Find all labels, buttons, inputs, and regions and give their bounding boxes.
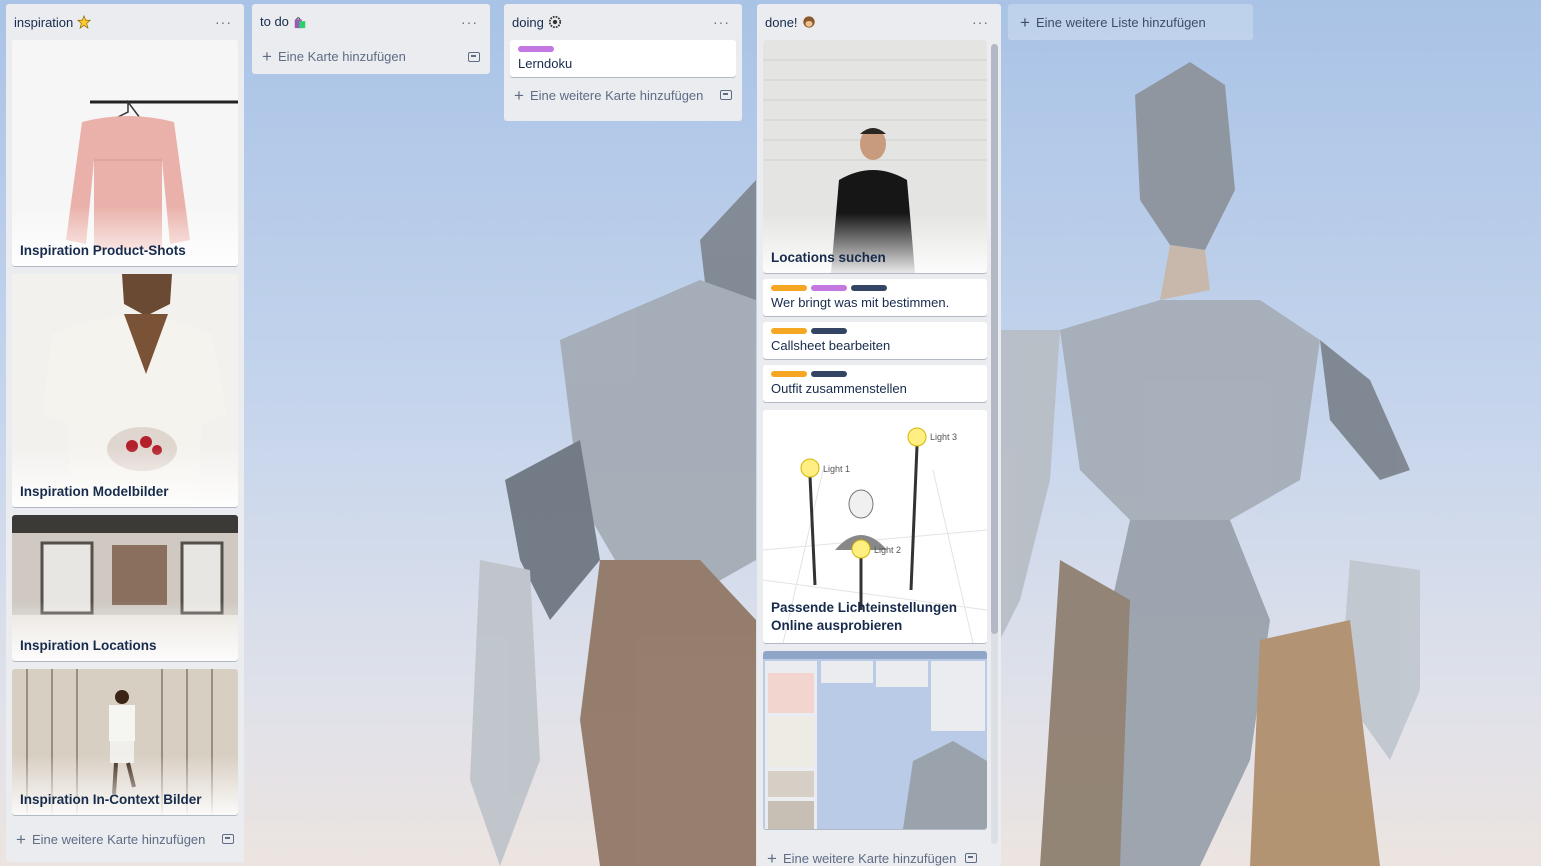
label-orange <box>771 285 807 291</box>
shopping-bags-icon <box>294 16 306 28</box>
plus-icon: + <box>16 829 26 849</box>
list-doing: doing ··· Lerndoku + Eine weitere Karte h… <box>504 4 742 121</box>
list-inspiration: inspiration ··· Inspiration Product-Shot… <box>6 4 244 862</box>
list-title-text: inspiration <box>14 14 74 30</box>
card-title: Inspiration Locations <box>20 638 157 653</box>
label-purple <box>811 285 847 291</box>
card-callsheet[interactable]: Callsheet bearbeiten <box>763 322 987 359</box>
card-product-shots[interactable]: Inspiration Product-Shots <box>12 40 238 266</box>
list-title[interactable]: to do <box>260 14 307 29</box>
list-header: inspiration ··· <box>6 4 244 40</box>
add-card-button[interactable]: + Eine weitere Karte hinzufügen <box>757 840 987 866</box>
template-icon[interactable] <box>468 51 480 62</box>
card-outfit[interactable]: Outfit zusammenstellen <box>763 365 987 402</box>
list-header: doing ··· <box>504 4 742 40</box>
card-title: Wer bringt was mit bestimmen. <box>771 295 950 310</box>
card-modelbilder[interactable]: Inspiration Modelbilder <box>12 274 238 507</box>
list-header: done! ··· <box>757 4 1001 40</box>
add-list-label: Eine weitere Liste hinzufügen <box>1035 14 1206 30</box>
card-lerndoku[interactable]: Lerndoku <box>510 40 736 77</box>
template-icon[interactable] <box>222 834 234 844</box>
light-3-label: Light 3 <box>930 432 957 442</box>
card-labels <box>510 40 736 52</box>
light-1-label: Light 1 <box>823 464 850 474</box>
list-title[interactable]: done! <box>765 15 816 30</box>
list-title[interactable]: doing <box>512 15 562 30</box>
light-2-label: Light 2 <box>874 545 901 555</box>
card-locations[interactable]: Inspiration Locations <box>12 515 238 661</box>
list-menu-icon[interactable]: ··· <box>457 14 482 30</box>
template-icon[interactable] <box>720 90 732 100</box>
add-card-button[interactable]: + Eine weitere Karte hinzufügen <box>504 77 742 113</box>
card-lichteinstellungen[interactable]: Light 1 Light 3 Light 2 Passende Lichtei… <box>763 410 987 643</box>
card-locations-suchen[interactable]: Locations suchen <box>763 40 987 273</box>
add-card-label: Eine weitere Karte hinzufügen <box>31 831 206 847</box>
card-title: Inspiration Modelbilder <box>20 484 169 499</box>
card-labels <box>763 279 987 291</box>
list-todo: to do ··· + Eine Karte hinzufügen <box>252 4 490 74</box>
card-labels <box>763 365 987 377</box>
scrollbar-thumb[interactable] <box>991 44 998 634</box>
template-icon[interactable] <box>965 853 977 863</box>
card-wer-bringt[interactable]: Wer bringt was mit bestimmen. <box>763 279 987 316</box>
card-title: Passende Lichteinstellungen Online auspr… <box>771 600 958 633</box>
monkey-icon <box>802 16 815 28</box>
label-orange <box>771 371 807 377</box>
label-purple <box>518 46 554 52</box>
label-navy <box>811 328 847 334</box>
label-navy <box>811 371 847 377</box>
add-card-label: Eine weitere Karte hinzufügen <box>529 87 704 103</box>
list-title-text: doing <box>512 14 544 30</box>
gear-icon <box>548 15 561 29</box>
add-card-label: Eine Karte hinzufügen <box>277 49 406 64</box>
star-icon <box>77 15 92 29</box>
add-list-button[interactable]: + Eine weitere Liste hinzufügen <box>1008 4 1253 40</box>
add-card-label: Eine weitere Karte hinzufügen <box>782 850 957 866</box>
list-title[interactable]: inspiration <box>14 14 92 30</box>
label-orange <box>771 328 807 334</box>
plus-icon: + <box>262 47 272 66</box>
list-title-text: done! <box>765 14 798 30</box>
card-in-context[interactable]: Inspiration In-Context Bilder <box>12 669 238 815</box>
card-title: Callsheet bearbeiten <box>771 338 891 353</box>
plus-icon: + <box>767 848 777 866</box>
list-scrollbar[interactable] <box>991 44 998 844</box>
card-title: Locations suchen <box>771 250 886 265</box>
list-title-text: to do <box>260 14 289 29</box>
card-title: Inspiration In-Context Bilder <box>20 792 202 807</box>
plus-icon: + <box>1020 12 1030 32</box>
list-menu-icon[interactable]: ··· <box>968 14 993 30</box>
card-screenshot[interactable] <box>763 651 987 829</box>
add-card-button[interactable]: + Eine Karte hinzufügen <box>252 39 490 74</box>
plus-icon: + <box>514 85 524 105</box>
cover-image-board-screenshot <box>763 651 987 829</box>
list-menu-icon[interactable]: ··· <box>709 14 734 30</box>
card-title: Outfit zusammenstellen <box>771 381 907 396</box>
add-card-button[interactable]: + Eine weitere Karte hinzufügen <box>6 821 244 857</box>
card-title: Lerndoku <box>518 56 573 71</box>
list-menu-icon[interactable]: ··· <box>211 14 236 30</box>
card-labels <box>763 322 987 334</box>
list-header: to do ··· <box>252 4 490 39</box>
card-title: Inspiration Product-Shots <box>20 243 186 258</box>
label-navy <box>851 285 887 291</box>
list-done: done! ··· Locations suchen Wer bringt wa… <box>757 4 1001 866</box>
